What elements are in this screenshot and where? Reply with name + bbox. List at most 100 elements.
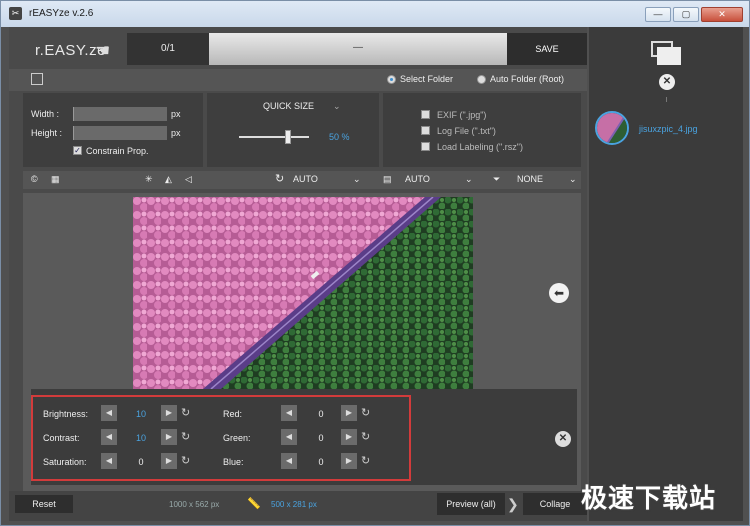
file-format-icon[interactable]: ▤ xyxy=(383,174,392,185)
image-icon[interactable] xyxy=(31,73,43,85)
file-counter: 0/1 xyxy=(127,33,209,65)
chevron-right-icon: ❯ xyxy=(507,496,519,512)
blue-decrease-button[interactable]: ◀ xyxy=(281,453,297,469)
height-label: Height : xyxy=(31,128,63,138)
flip-vertical-icon[interactable]: ◁ xyxy=(185,174,192,185)
size-panel: Width : px Height : px ✓ Constrain Prop. xyxy=(23,93,203,167)
reset-icon[interactable]: ↻ xyxy=(181,454,190,467)
load-labeling-label: Load Labeling (".rsz") xyxy=(437,142,523,152)
new-size: 500 x 281 px xyxy=(271,500,317,509)
filter-value[interactable]: NONE xyxy=(517,174,543,184)
main-panel: r.EASY.ze ☚ 0/1 — SAVE Select Folder Aut… xyxy=(9,27,587,521)
maximize-button[interactable]: ▢ xyxy=(673,7,699,22)
reset-button[interactable]: Reset xyxy=(15,495,73,513)
width-unit: px xyxy=(171,109,181,119)
top-bar: r.EASY.ze ☚ 0/1 — SAVE xyxy=(9,33,587,65)
minimize-button[interactable]: — xyxy=(645,7,671,22)
app-icon: ✂ xyxy=(9,7,22,20)
blue-value: 0 xyxy=(318,457,324,467)
contrast-increase-button[interactable]: ▶ xyxy=(161,429,177,445)
blue-label: Blue: xyxy=(223,457,244,467)
brightness-value: 10 xyxy=(135,409,146,419)
chevron-down-icon[interactable]: ⌄ xyxy=(333,101,341,112)
green-decrease-button[interactable]: ◀ xyxy=(281,429,297,445)
file-name[interactable]: jisuxzpic_4.jpg xyxy=(639,124,698,134)
red-value: 0 xyxy=(318,409,324,419)
green-increase-button[interactable]: ▶ xyxy=(341,429,357,445)
reset-icon[interactable]: ↻ xyxy=(181,430,190,443)
filter-icon[interactable]: ⏷ xyxy=(493,174,500,185)
rotate-icon[interactable]: ↻ xyxy=(275,172,284,185)
brightness-decrease-button[interactable]: ◀ xyxy=(101,405,117,421)
save-button[interactable]: SAVE xyxy=(507,33,587,65)
quick-size-value: 50 % xyxy=(329,132,350,142)
original-size: 1000 x 562 px xyxy=(169,500,220,509)
reset-icon[interactable]: ↻ xyxy=(181,406,190,419)
format-value[interactable]: AUTO xyxy=(405,174,430,184)
bottom-bar: Reset 1000 x 562 px 📏 500 x 281 px Previ… xyxy=(9,491,587,521)
load-labeling-checkbox[interactable] xyxy=(421,142,430,151)
saturation-increase-button[interactable]: ▶ xyxy=(161,453,177,469)
blue-increase-button[interactable]: ▶ xyxy=(341,453,357,469)
preview-canvas: ⬅ Brightness: ◀ 10 ▶ ↻ Contrast: ◀ 10 ▶ … xyxy=(23,193,581,521)
chevron-down-icon[interactable]: ⌄ xyxy=(569,174,577,185)
remove-all-icon[interactable]: ✕ xyxy=(659,74,675,90)
height-unit: px xyxy=(171,128,181,138)
red-decrease-button[interactable]: ◀ xyxy=(281,405,297,421)
collage-button[interactable]: Collage xyxy=(523,493,587,515)
close-window-button[interactable]: ✕ xyxy=(701,7,743,22)
reset-icon[interactable]: ↻ xyxy=(361,406,370,419)
chevron-down-icon[interactable]: ⌄ xyxy=(465,174,473,185)
arrow-left-icon[interactable]: ⬅ xyxy=(549,283,569,303)
reset-icon[interactable]: ↻ xyxy=(361,454,370,467)
brightness-increase-button[interactable]: ▶ xyxy=(161,405,177,421)
preview-image xyxy=(133,197,473,389)
file-thumbnail[interactable] xyxy=(595,111,629,145)
close-adjust-icon[interactable]: ✕ xyxy=(555,431,571,447)
quick-size-panel: QUICK SIZE ⌄ 50 % xyxy=(207,93,379,167)
title-bar: ✂ rEASYze v.2.6 — ▢ ✕ xyxy=(1,1,749,27)
exif-checkbox[interactable] xyxy=(421,110,430,119)
red-label: Red: xyxy=(223,409,243,419)
saturation-value: 0 xyxy=(138,457,144,467)
quick-size-slider-thumb[interactable] xyxy=(285,130,291,144)
options-panel: EXIF (".jpg") Log File (".txt") Load Lab… xyxy=(383,93,581,167)
constrain-label: Constrain Prop. xyxy=(86,146,149,156)
hand-pointer-icon: ☚ xyxy=(95,41,111,60)
height-input[interactable] xyxy=(73,126,167,140)
exif-label: EXIF (".jpg") xyxy=(437,110,487,120)
divider xyxy=(666,97,667,102)
chevron-down-icon[interactable]: ⌄ xyxy=(353,174,361,185)
quick-size-label: QUICK SIZE xyxy=(263,101,315,111)
window-title: rEASYze v.2.6 xyxy=(29,8,94,19)
quick-size-slider[interactable] xyxy=(239,136,309,138)
output-folder-bar: Select Folder Auto Folder (Root) xyxy=(9,69,587,91)
sharpen-icon[interactable]: ✳ xyxy=(145,174,153,185)
auto-folder-label: Auto Folder (Root) xyxy=(490,74,565,84)
width-input[interactable] xyxy=(73,107,167,121)
select-folder-label: Select Folder xyxy=(400,74,454,84)
grid-icon[interactable]: ▦ xyxy=(51,174,60,185)
preview-all-button[interactable]: Preview (all) xyxy=(437,493,505,515)
folder-icon[interactable] xyxy=(651,41,681,65)
rotate-value[interactable]: AUTO xyxy=(293,174,318,184)
green-label: Green: xyxy=(223,433,251,443)
constrain-checkbox[interactable]: ✓ xyxy=(73,146,82,155)
log-file-checkbox[interactable] xyxy=(421,126,430,135)
auto-folder-radio[interactable]: Auto Folder (Root) xyxy=(477,74,564,84)
contrast-decrease-button[interactable]: ◀ xyxy=(101,429,117,445)
file-list-panel: ✕ jisuxzpic_4.jpg xyxy=(589,27,743,521)
log-file-label: Log File (".txt") xyxy=(437,126,496,136)
window-controls: — ▢ ✕ xyxy=(645,7,743,22)
flip-horizontal-icon[interactable]: ◭ xyxy=(165,174,172,185)
reset-icon[interactable]: ↻ xyxy=(361,430,370,443)
radio-unselected-icon xyxy=(477,74,486,84)
copyright-icon[interactable]: © xyxy=(31,174,38,184)
brightness-label: Brightness: xyxy=(43,409,89,419)
color-adjust-panel: Brightness: ◀ 10 ▶ ↻ Contrast: ◀ 10 ▶ ↻ … xyxy=(31,389,577,485)
app-window: ✂ rEASYze v.2.6 — ▢ ✕ r.EASY.ze ☚ 0/1 — … xyxy=(0,0,750,526)
select-folder-radio[interactable]: Select Folder xyxy=(387,74,453,84)
watermark-text: 极速下载站 xyxy=(581,484,717,514)
saturation-decrease-button[interactable]: ◀ xyxy=(101,453,117,469)
red-increase-button[interactable]: ▶ xyxy=(341,405,357,421)
